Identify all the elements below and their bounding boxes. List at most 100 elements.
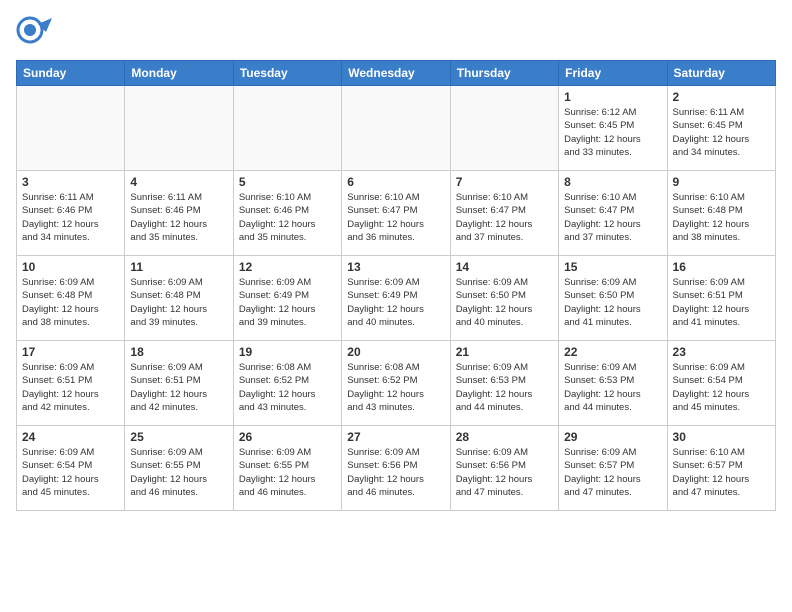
calendar-week-row: 17 Sunrise: 6:09 AM Sunset: 6:51 PM Dayli…: [17, 341, 776, 426]
day-number: 24: [22, 430, 119, 444]
weekday-header: Friday: [559, 61, 667, 86]
calendar-cell: 7Sunrise: 6:10 AM Sunset: 6:47 PM Daylig…: [450, 171, 558, 256]
day-info: Sunrise: 6:09 AM Sunset: 6:51 PM Dayligh…: [130, 361, 227, 414]
day-info: Sunrise: 6:09 AM Sunset: 6:49 PM Dayligh…: [239, 276, 336, 329]
weekday-header: Monday: [125, 61, 233, 86]
day-info: Sunrise: 6:09 AM Sunset: 6:51 PM Dayligh…: [22, 361, 119, 414]
calendar-table: SundayMondayTuesdayWednesdayThursdayFrid…: [16, 60, 776, 511]
calendar-cell: 3 Sunrise: 6:11 AM Sunset: 6:46 PM Daylig…: [17, 171, 125, 256]
day-info: Sunrise: 6:09 AM Sunset: 6:53 PM Dayligh…: [564, 361, 661, 414]
page-header: [16, 16, 776, 52]
calendar-body: 1 Sunrise: 6:12 AM Sunset: 6:45 PM Daylig…: [17, 86, 776, 511]
day-number: 16: [673, 260, 770, 274]
day-number: 7: [456, 175, 553, 189]
calendar-cell: 18 Sunrise: 6:09 AM Sunset: 6:51 PM Dayli…: [125, 341, 233, 426]
calendar-cell: 2Sunrise: 6:11 AM Sunset: 6:45 PM Daylig…: [667, 86, 775, 171]
calendar-cell: 8Sunrise: 6:10 AM Sunset: 6:47 PM Daylig…: [559, 171, 667, 256]
day-info: Sunrise: 6:09 AM Sunset: 6:49 PM Dayligh…: [347, 276, 444, 329]
day-number: 2: [673, 90, 770, 104]
calendar-cell: [125, 86, 233, 171]
weekday-header: Tuesday: [233, 61, 341, 86]
calendar-cell: 27 Sunrise: 6:09 AM Sunset: 6:56 PM Dayli…: [342, 426, 450, 511]
day-number: 29: [564, 430, 661, 444]
day-info: Sunrise: 6:09 AM Sunset: 6:50 PM Dayligh…: [456, 276, 553, 329]
day-info: Sunrise: 6:09 AM Sunset: 6:55 PM Dayligh…: [130, 446, 227, 499]
calendar-cell: 9 Sunrise: 6:10 AM Sunset: 6:48 PM Daylig…: [667, 171, 775, 256]
calendar-cell: 17 Sunrise: 6:09 AM Sunset: 6:51 PM Dayli…: [17, 341, 125, 426]
day-number: 21: [456, 345, 553, 359]
day-info: Sunrise: 6:10 AM Sunset: 6:48 PM Dayligh…: [673, 191, 770, 244]
logo-icon: [16, 16, 52, 52]
day-number: 15: [564, 260, 661, 274]
day-number: 12: [239, 260, 336, 274]
day-number: 6: [347, 175, 444, 189]
calendar-cell: 15 Sunrise: 6:09 AM Sunset: 6:50 PM Dayli…: [559, 256, 667, 341]
day-info: Sunrise: 6:09 AM Sunset: 6:54 PM Dayligh…: [673, 361, 770, 414]
calendar-cell: 4 Sunrise: 6:11 AM Sunset: 6:46 PM Daylig…: [125, 171, 233, 256]
calendar-cell: 14 Sunrise: 6:09 AM Sunset: 6:50 PM Dayli…: [450, 256, 558, 341]
logo: [16, 16, 56, 52]
day-number: 25: [130, 430, 227, 444]
calendar-cell: 29 Sunrise: 6:09 AM Sunset: 6:57 PM Dayli…: [559, 426, 667, 511]
day-info: Sunrise: 6:11 AM Sunset: 6:46 PM Dayligh…: [130, 191, 227, 244]
day-info: Sunrise: 6:09 AM Sunset: 6:54 PM Dayligh…: [22, 446, 119, 499]
day-info: Sunrise: 6:11 AM Sunset: 6:46 PM Dayligh…: [22, 191, 119, 244]
day-info: Sunrise: 6:09 AM Sunset: 6:48 PM Dayligh…: [130, 276, 227, 329]
calendar-cell: 13Sunrise: 6:09 AM Sunset: 6:49 PM Dayli…: [342, 256, 450, 341]
day-number: 9: [673, 175, 770, 189]
calendar-week-row: 24 Sunrise: 6:09 AM Sunset: 6:54 PM Dayli…: [17, 426, 776, 511]
calendar-week-row: 10Sunrise: 6:09 AM Sunset: 6:48 PM Dayli…: [17, 256, 776, 341]
calendar-cell: [450, 86, 558, 171]
day-info: Sunrise: 6:09 AM Sunset: 6:56 PM Dayligh…: [347, 446, 444, 499]
day-info: Sunrise: 6:09 AM Sunset: 6:55 PM Dayligh…: [239, 446, 336, 499]
day-number: 23: [673, 345, 770, 359]
weekday-header: Sunday: [17, 61, 125, 86]
day-number: 5: [239, 175, 336, 189]
calendar-cell: 30Sunrise: 6:10 AM Sunset: 6:57 PM Dayli…: [667, 426, 775, 511]
day-info: Sunrise: 6:08 AM Sunset: 6:52 PM Dayligh…: [239, 361, 336, 414]
day-number: 8: [564, 175, 661, 189]
day-info: Sunrise: 6:09 AM Sunset: 6:57 PM Dayligh…: [564, 446, 661, 499]
calendar-cell: 20Sunrise: 6:08 AM Sunset: 6:52 PM Dayli…: [342, 341, 450, 426]
day-number: 26: [239, 430, 336, 444]
day-number: 22: [564, 345, 661, 359]
calendar-cell: 10Sunrise: 6:09 AM Sunset: 6:48 PM Dayli…: [17, 256, 125, 341]
calendar-cell: 12 Sunrise: 6:09 AM Sunset: 6:49 PM Dayli…: [233, 256, 341, 341]
day-info: Sunrise: 6:12 AM Sunset: 6:45 PM Dayligh…: [564, 106, 661, 159]
day-number: 28: [456, 430, 553, 444]
calendar-week-row: 1 Sunrise: 6:12 AM Sunset: 6:45 PM Daylig…: [17, 86, 776, 171]
day-info: Sunrise: 6:10 AM Sunset: 6:57 PM Dayligh…: [673, 446, 770, 499]
weekday-header: Saturday: [667, 61, 775, 86]
day-number: 4: [130, 175, 227, 189]
day-number: 27: [347, 430, 444, 444]
calendar-cell: 6 Sunrise: 6:10 AM Sunset: 6:47 PM Daylig…: [342, 171, 450, 256]
calendar-cell: 25 Sunrise: 6:09 AM Sunset: 6:55 PM Dayli…: [125, 426, 233, 511]
day-number: 19: [239, 345, 336, 359]
day-number: 17: [22, 345, 119, 359]
calendar-cell: 22 Sunrise: 6:09 AM Sunset: 6:53 PM Dayli…: [559, 341, 667, 426]
calendar-cell: 11 Sunrise: 6:09 AM Sunset: 6:48 PM Dayli…: [125, 256, 233, 341]
calendar-cell: [342, 86, 450, 171]
day-number: 3: [22, 175, 119, 189]
day-number: 11: [130, 260, 227, 274]
day-info: Sunrise: 6:09 AM Sunset: 6:56 PM Dayligh…: [456, 446, 553, 499]
calendar-cell: 23 Sunrise: 6:09 AM Sunset: 6:54 PM Dayli…: [667, 341, 775, 426]
calendar-week-row: 3 Sunrise: 6:11 AM Sunset: 6:46 PM Daylig…: [17, 171, 776, 256]
day-info: Sunrise: 6:10 AM Sunset: 6:47 PM Dayligh…: [347, 191, 444, 244]
calendar-cell: 1 Sunrise: 6:12 AM Sunset: 6:45 PM Daylig…: [559, 86, 667, 171]
calendar-cell: 21 Sunrise: 6:09 AM Sunset: 6:53 PM Dayli…: [450, 341, 558, 426]
calendar-cell: 5Sunrise: 6:10 AM Sunset: 6:46 PM Daylig…: [233, 171, 341, 256]
calendar-cell: [17, 86, 125, 171]
day-info: Sunrise: 6:09 AM Sunset: 6:51 PM Dayligh…: [673, 276, 770, 329]
day-number: 1: [564, 90, 661, 104]
day-number: 14: [456, 260, 553, 274]
calendar-header-row: SundayMondayTuesdayWednesdayThursdayFrid…: [17, 61, 776, 86]
weekday-header: Thursday: [450, 61, 558, 86]
day-info: Sunrise: 6:09 AM Sunset: 6:50 PM Dayligh…: [564, 276, 661, 329]
day-number: 18: [130, 345, 227, 359]
calendar-cell: 16 Sunrise: 6:09 AM Sunset: 6:51 PM Dayli…: [667, 256, 775, 341]
calendar-cell: 28 Sunrise: 6:09 AM Sunset: 6:56 PM Dayli…: [450, 426, 558, 511]
calendar-cell: 26 Sunrise: 6:09 AM Sunset: 6:55 PM Dayli…: [233, 426, 341, 511]
calendar-cell: 24 Sunrise: 6:09 AM Sunset: 6:54 PM Dayli…: [17, 426, 125, 511]
day-info: Sunrise: 6:09 AM Sunset: 6:53 PM Dayligh…: [456, 361, 553, 414]
